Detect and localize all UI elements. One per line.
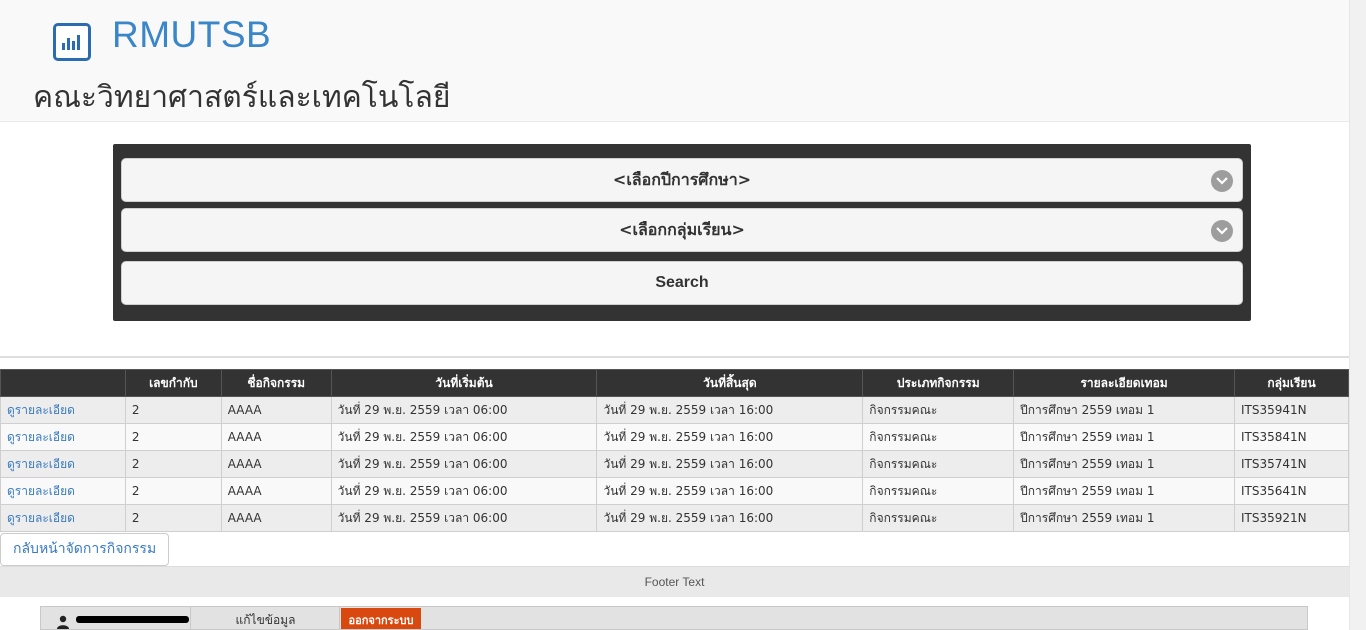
table-row: ดูรายละเอียด 2 AAAA วันที่ 29 พ.ย. 2559 … [0, 504, 1349, 532]
footer: Footer Text [0, 566, 1349, 597]
table-cell: 2 [124, 477, 222, 505]
table-cell: กิจกรรมคณะ [862, 450, 1015, 478]
table-cell: 2 [124, 423, 222, 451]
table-cell: 2 [124, 396, 222, 424]
user-icon [56, 614, 70, 629]
column-header: รายละเอียดเทอม [1013, 369, 1235, 397]
table-row: ดูรายละเอียด 2 AAAA วันที่ 29 พ.ย. 2559 … [0, 477, 1349, 505]
table-cell: AAAA [220, 396, 332, 424]
brand-title: RMUTSB [112, 14, 272, 55]
table-cell: วันที่ 29 พ.ย. 2559 เวลา 06:00 [330, 477, 598, 505]
chevron-down-icon [1211, 170, 1233, 192]
table-cell: กิจกรรมคณะ [862, 504, 1015, 532]
table-cell: ITS35741N [1234, 450, 1349, 478]
class-group-select[interactable]: <เลือกกลุ่มเรียน> [121, 208, 1243, 252]
academic-year-select-label: <เลือกปีการศึกษา> [612, 170, 752, 189]
table-cell: ITS35941N [1234, 396, 1349, 424]
table-cell: ปีการศึกษา 2559 เทอม 1 [1013, 396, 1235, 424]
back-to-activity-management-button[interactable]: กลับหน้าจัดการกิจกรรม [0, 533, 170, 566]
table-cell: 2 [124, 450, 222, 478]
table-cell: AAAA [220, 477, 332, 505]
section-divider [0, 356, 1349, 358]
column-header: ชื่อกิจกรรม [220, 369, 332, 397]
column-header: กลุ่มเรียน [1234, 369, 1349, 397]
class-group-select-label: <เลือกกลุ่มเรียน> [619, 220, 745, 239]
edit-profile-link[interactable]: แก้ไขข้อมูล [192, 607, 340, 629]
user-bar: แก้ไขข้อมูล ออกจากระบบ [40, 606, 1308, 630]
view-details-link[interactable]: ดูรายละเอียด [7, 403, 75, 417]
view-details-link[interactable]: ดูรายละเอียด [7, 430, 75, 444]
view-details-link[interactable]: ดูรายละเอียด [7, 484, 75, 498]
table-cell: AAAA [220, 504, 332, 532]
table-cell: วันที่ 29 พ.ย. 2559 เวลา 06:00 [330, 396, 598, 424]
table-cell: กิจกรรมคณะ [862, 477, 1015, 505]
table-cell: วันที่ 29 พ.ย. 2559 เวลา 06:00 [330, 504, 598, 532]
user-info [41, 607, 191, 629]
search-button[interactable]: Search [121, 261, 1243, 305]
table-cell: AAAA [220, 423, 332, 451]
faculty-title: คณะวิทยาศาสตร์และเทคโนโลยี [33, 80, 451, 115]
table-cell: ปีการศึกษา 2559 เทอม 1 [1013, 504, 1235, 532]
chevron-down-icon [1211, 220, 1233, 242]
table-row: ดูรายละเอียด 2 AAAA วันที่ 29 พ.ย. 2559 … [0, 450, 1349, 478]
column-header: ประเภทกิจกรรม [862, 369, 1015, 397]
table-cell: วันที่ 29 พ.ย. 2559 เวลา 16:00 [596, 477, 864, 505]
filter-panel: <เลือกปีการศึกษา> <เลือกกลุ่มเรียน> Sear… [113, 144, 1251, 321]
table-cell: วันที่ 29 พ.ย. 2559 เวลา 06:00 [330, 450, 598, 478]
table-cell: ITS35641N [1234, 477, 1349, 505]
table-cell: AAAA [220, 450, 332, 478]
table-cell: ปีการศึกษา 2559 เทอม 1 [1013, 450, 1235, 478]
bar-chart-icon [53, 23, 91, 61]
table-cell: 2 [124, 504, 222, 532]
table-cell: ITS35841N [1234, 423, 1349, 451]
table-cell: วันที่ 29 พ.ย. 2559 เวลา 16:00 [596, 504, 864, 532]
table-cell: วันที่ 29 พ.ย. 2559 เวลา 16:00 [596, 423, 864, 451]
table-cell: ปีการศึกษา 2559 เทอม 1 [1013, 477, 1235, 505]
table-row: ดูรายละเอียด 2 AAAA วันที่ 29 พ.ย. 2559 … [0, 423, 1349, 451]
page-header: RMUTSB คณะวิทยาศาสตร์และเทคโนโลยี [0, 0, 1349, 122]
table-cell: วันที่ 29 พ.ย. 2559 เวลา 16:00 [596, 450, 864, 478]
table-cell: ปีการศึกษา 2559 เทอม 1 [1013, 423, 1235, 451]
table-row: ดูรายละเอียด 2 AAAA วันที่ 29 พ.ย. 2559 … [0, 396, 1349, 424]
column-header: วันที่สิ้นสุด [596, 369, 864, 397]
column-header [0, 369, 126, 397]
activity-table: เลขกำกับ ชื่อกิจกรรม วันที่เริ่มต้น วันท… [0, 369, 1349, 532]
column-header: วันที่เริ่มต้น [330, 369, 598, 397]
vertical-scrollbar[interactable] [1349, 0, 1366, 630]
table-cell: กิจกรรมคณะ [862, 423, 1015, 451]
view-details-link[interactable]: ดูรายละเอียด [7, 457, 75, 471]
logout-button[interactable]: ออกจากระบบ [341, 608, 421, 629]
redacted-username [76, 616, 189, 623]
table-cell: วันที่ 29 พ.ย. 2559 เวลา 16:00 [596, 396, 864, 424]
table-cell: วันที่ 29 พ.ย. 2559 เวลา 06:00 [330, 423, 598, 451]
table-cell: ITS35921N [1234, 504, 1349, 532]
table-header-row: เลขกำกับ ชื่อกิจกรรม วันที่เริ่มต้น วันท… [0, 369, 1349, 397]
table-cell: กิจกรรมคณะ [862, 396, 1015, 424]
academic-year-select[interactable]: <เลือกปีการศึกษา> [121, 158, 1243, 202]
column-header: เลขกำกับ [124, 369, 222, 397]
view-details-link[interactable]: ดูรายละเอียด [7, 511, 75, 525]
